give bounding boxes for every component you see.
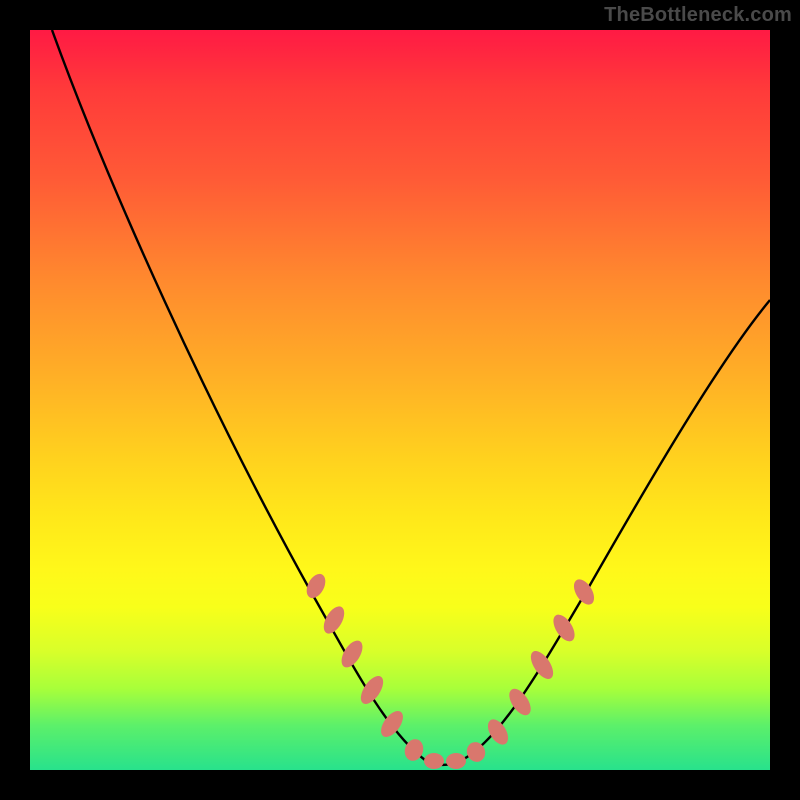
dot [484,716,512,748]
curve-path [52,30,770,765]
plot-area [30,30,770,770]
coral-dots [303,571,598,769]
dot [424,753,444,769]
dot [570,576,598,608]
watermark-text: TheBottleneck.com [604,4,792,27]
curve-layer [30,30,770,770]
dot [526,647,557,682]
chart-frame: TheBottleneck.com [0,0,800,800]
dot [446,753,466,769]
dot [549,611,579,645]
bottleneck-curve [52,30,770,765]
